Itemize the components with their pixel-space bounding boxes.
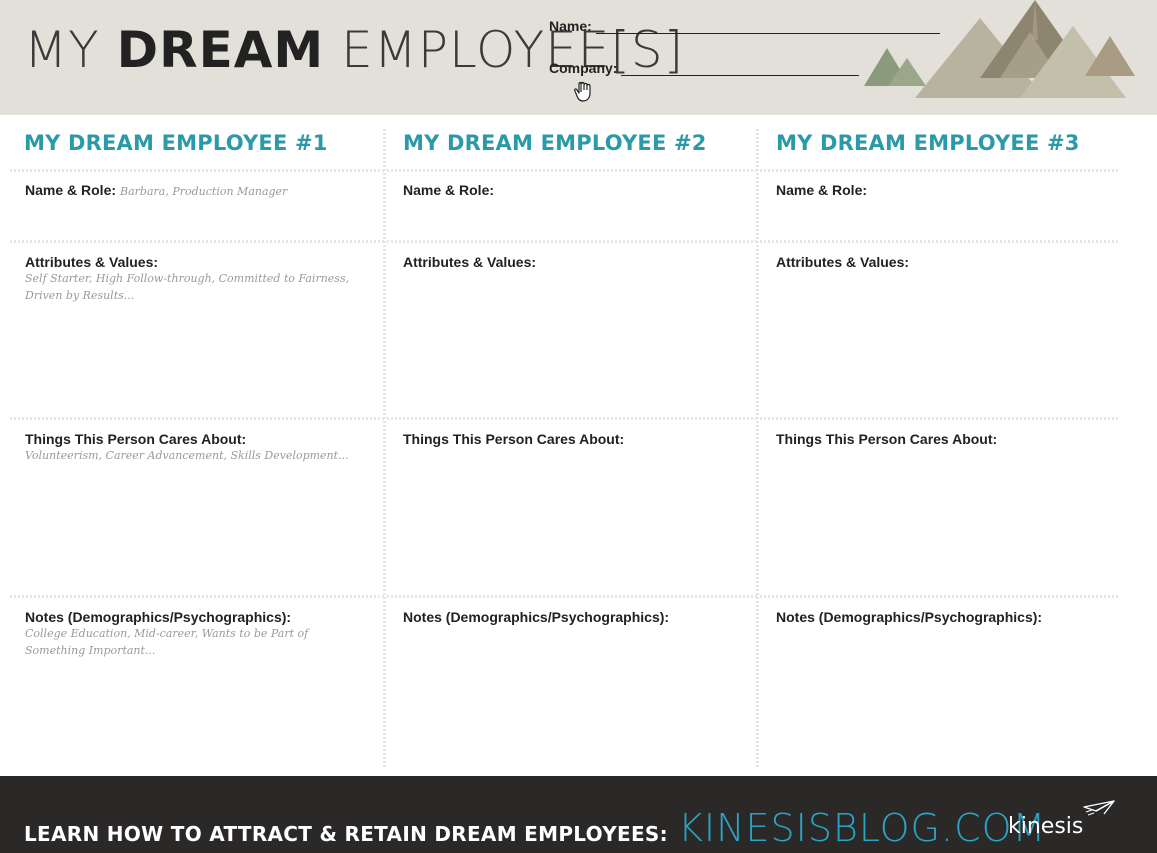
attributes-section[interactable]: Attributes & Values: xyxy=(760,254,1140,418)
attributes-label: Attributes & Values: xyxy=(403,254,537,270)
cares-label: Things This Person Cares About: xyxy=(25,431,247,447)
cares-section[interactable]: Things This Person Cares About: xyxy=(760,431,1140,595)
notes-section[interactable]: Notes (Demographics/Psychographics): Col… xyxy=(0,609,384,759)
name-role-label: Name & Role: xyxy=(403,182,495,198)
row-divider xyxy=(10,595,384,598)
cares-sample: Volunteerism, Career Advancement, Skills… xyxy=(25,449,349,462)
notes-label: Notes (Demographics/Psychographics): xyxy=(25,609,292,625)
row-divider xyxy=(387,169,757,172)
column-title: MY DREAM EMPLOYEE #2 xyxy=(403,131,707,155)
cta-text: LEARN HOW TO ATTRACT & RETAIN DREAM EMPL… xyxy=(24,822,668,846)
row-divider xyxy=(760,417,1120,420)
notes-sample: College Education, Mid-career, Wants to … xyxy=(25,627,309,657)
name-role-section[interactable]: Name & Role: Barbara, Production Manager xyxy=(0,182,384,240)
company-label: Company: xyxy=(549,60,618,76)
attributes-label: Attributes & Values: xyxy=(776,254,910,270)
row-divider xyxy=(760,240,1120,243)
cares-section[interactable]: Things This Person Cares About: Voluntee… xyxy=(0,431,384,595)
notes-section[interactable]: Notes (Demographics/Psychographics): xyxy=(387,609,757,759)
attributes-section[interactable]: Attributes & Values: xyxy=(387,254,757,418)
attributes-sample: Self Starter, High Follow-through, Commi… xyxy=(25,272,350,302)
row-divider xyxy=(10,240,384,243)
page-footer: LEARN HOW TO ATTRACT & RETAIN DREAM EMPL… xyxy=(0,776,1157,853)
logo-text: kinesis xyxy=(1008,814,1084,839)
mountains-illustration xyxy=(864,0,1135,98)
name-role-sample: Barbara, Production Manager xyxy=(120,185,288,198)
attributes-section[interactable]: Attributes & Values: Self Starter, High … xyxy=(0,254,384,418)
title-part-dream: DREAM xyxy=(116,21,325,79)
paper-plane-icon xyxy=(1083,800,1115,816)
column-title: MY DREAM EMPLOYEE #1 xyxy=(24,131,328,155)
row-divider xyxy=(387,240,757,243)
company-input-line[interactable] xyxy=(621,61,860,76)
footer-cta: LEARN HOW TO ATTRACT & RETAIN DREAM EMPL… xyxy=(24,806,1046,850)
attributes-label: Attributes & Values: xyxy=(25,254,159,270)
row-divider xyxy=(10,169,384,172)
hand-cursor-icon xyxy=(574,81,591,102)
employee-grid: MY DREAM EMPLOYEE #1 Name & Role: Barbara… xyxy=(0,115,1157,776)
name-role-section[interactable]: Name & Role: xyxy=(760,182,1140,240)
name-role-label: Name & Role: xyxy=(776,182,868,198)
cares-section[interactable]: Things This Person Cares About: xyxy=(387,431,757,595)
row-divider xyxy=(387,417,757,420)
row-divider xyxy=(10,417,384,420)
kinesis-logo[interactable]: kinesis xyxy=(1008,798,1118,842)
notes-label: Notes (Demographics/Psychographics): xyxy=(776,609,1043,625)
name-label: Name: xyxy=(549,18,592,34)
page-header: MY DREAM EMPLOYEE[S] Name: Company: xyxy=(0,0,1157,115)
name-role-label: Name & Role: Barbara, Production Manager xyxy=(25,182,288,198)
employee-column-1: MY DREAM EMPLOYEE #1 Name & Role: Barbara… xyxy=(0,115,384,765)
title-part-my: MY xyxy=(24,21,117,79)
cares-label: Things This Person Cares About: xyxy=(776,431,998,447)
employee-column-3: MY DREAM EMPLOYEE #3 Name & Role: Attrib… xyxy=(760,115,1140,765)
row-divider xyxy=(760,595,1120,598)
name-role-section[interactable]: Name & Role: xyxy=(387,182,757,240)
column-title: MY DREAM EMPLOYEE #3 xyxy=(776,131,1080,155)
blog-link[interactable]: KINESISBLOG.COM xyxy=(678,806,1046,850)
cares-label: Things This Person Cares About: xyxy=(403,431,625,447)
employee-column-2: MY DREAM EMPLOYEE #2 Name & Role: Attrib… xyxy=(387,115,757,765)
notes-section[interactable]: Notes (Demographics/Psychographics): xyxy=(760,609,1140,759)
row-divider xyxy=(387,595,757,598)
company-field[interactable]: Company: xyxy=(549,60,860,76)
row-divider xyxy=(760,169,1120,172)
notes-label: Notes (Demographics/Psychographics): xyxy=(403,609,670,625)
